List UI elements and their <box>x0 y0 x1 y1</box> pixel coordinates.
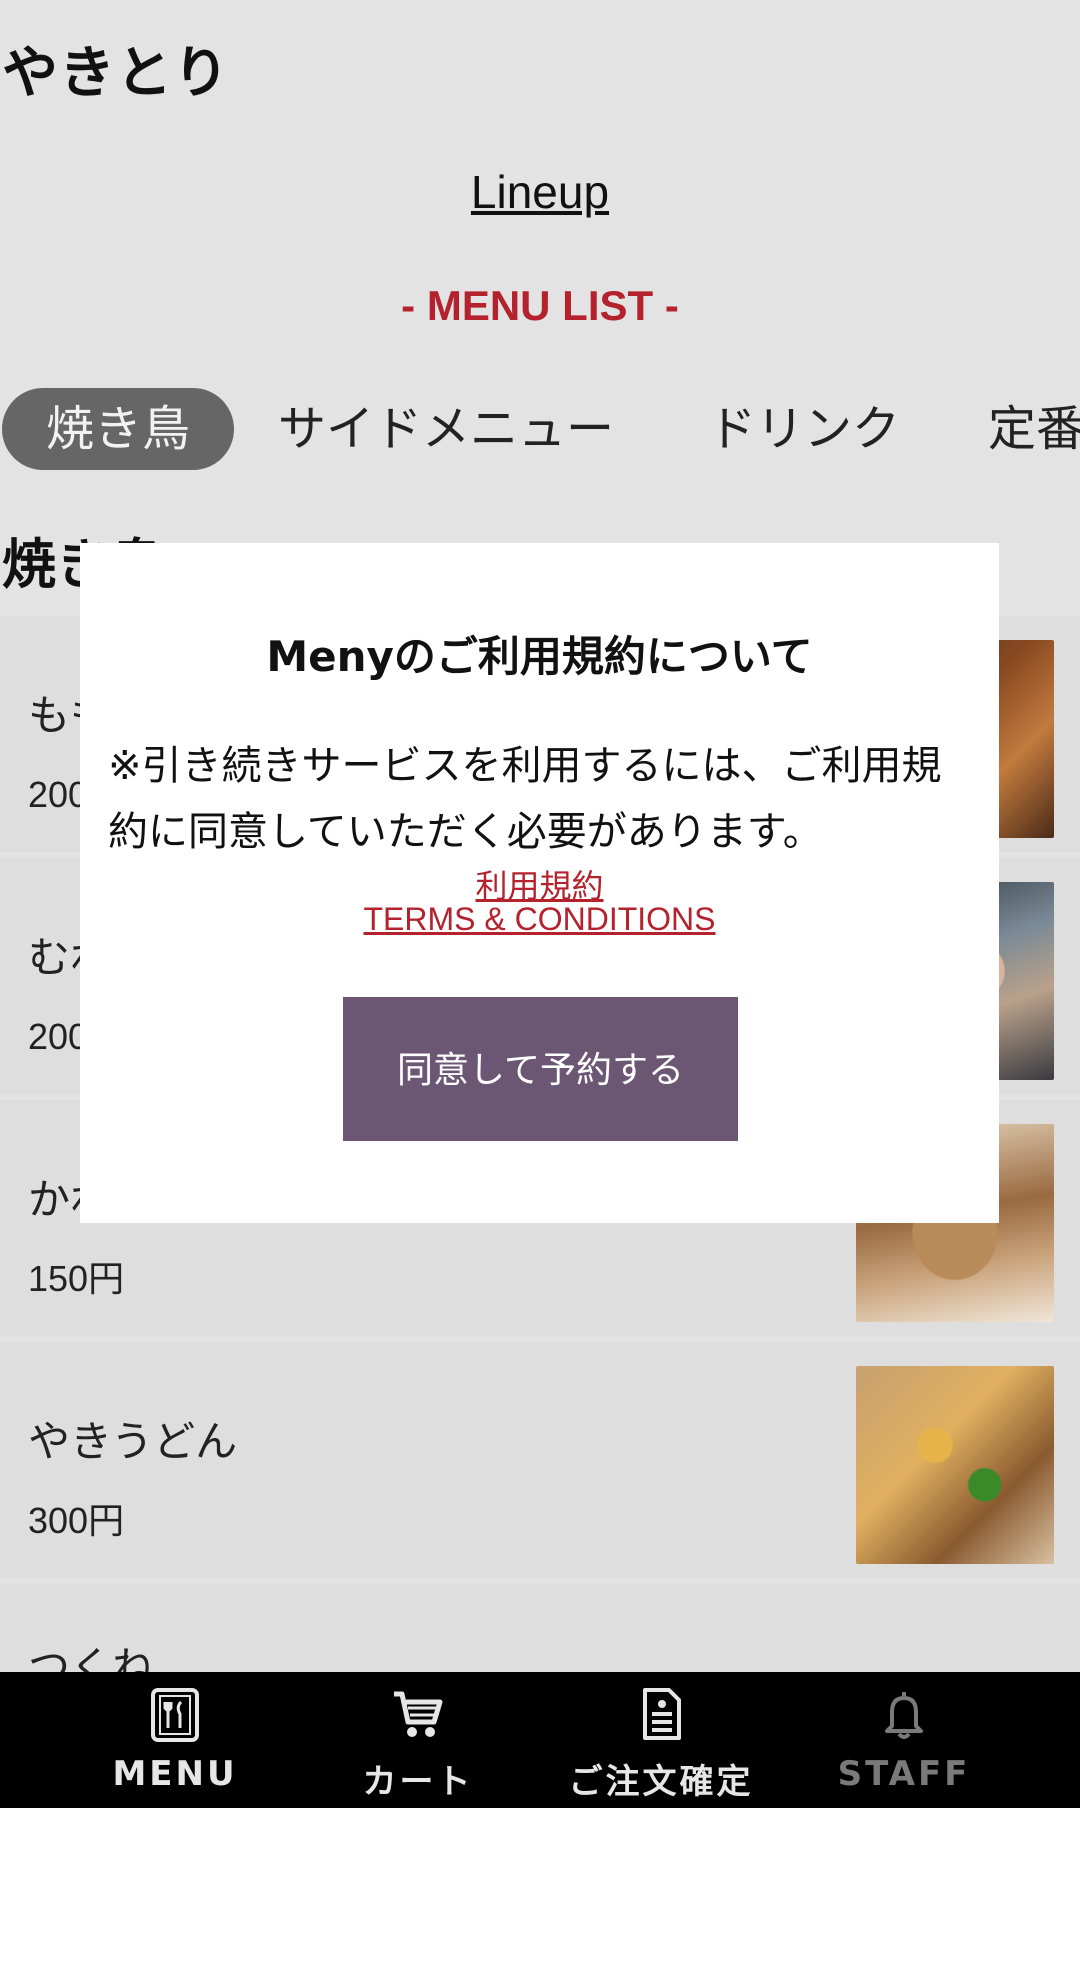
nav-order-confirm[interactable]: ご注文確定 <box>541 1672 781 1808</box>
nav-cart[interactable]: カート <box>298 1672 538 1808</box>
nav-staff[interactable]: STAFF <box>784 1672 1024 1808</box>
terms-link-en[interactable]: TERMS & CONDITIONS <box>80 901 999 938</box>
terms-dialog: Menyのご利用規約について ※引き続きサービスを利用するには、ご利用規約に同意… <box>80 543 999 1223</box>
menu-page: やきとり Lineup - MENU LIST - 焼き鳥 サイドメニュー ドリ… <box>0 0 1080 1672</box>
nav-order-confirm-label: ご注文確定 <box>568 1762 754 1802</box>
nav-menu[interactable]: MENU <box>55 1672 295 1808</box>
dialog-title: Menyのご利用規約について <box>266 632 813 681</box>
nav-staff-label: STAFF <box>837 1754 971 1794</box>
dialog-message: ※引き続きサービスを利用するには、ご利用規約に同意していただく必要があります。 <box>108 743 942 855</box>
modal-overlay: Menyのご利用規約について ※引き続きサービスを利用するには、ご利用規約に同意… <box>0 0 1080 1672</box>
nav-cart-label: カート <box>362 1762 474 1802</box>
order-confirm-icon <box>643 1688 681 1740</box>
nav-menu-label: MENU <box>112 1754 238 1794</box>
agree-button[interactable]: 同意して予約する <box>343 997 738 1141</box>
cart-icon <box>394 1691 443 1737</box>
bell-icon <box>885 1692 923 1739</box>
menu-book-icon <box>151 1688 199 1742</box>
bottom-navigation: MENU カート ご注文確定 STAFF <box>0 1672 1080 1808</box>
